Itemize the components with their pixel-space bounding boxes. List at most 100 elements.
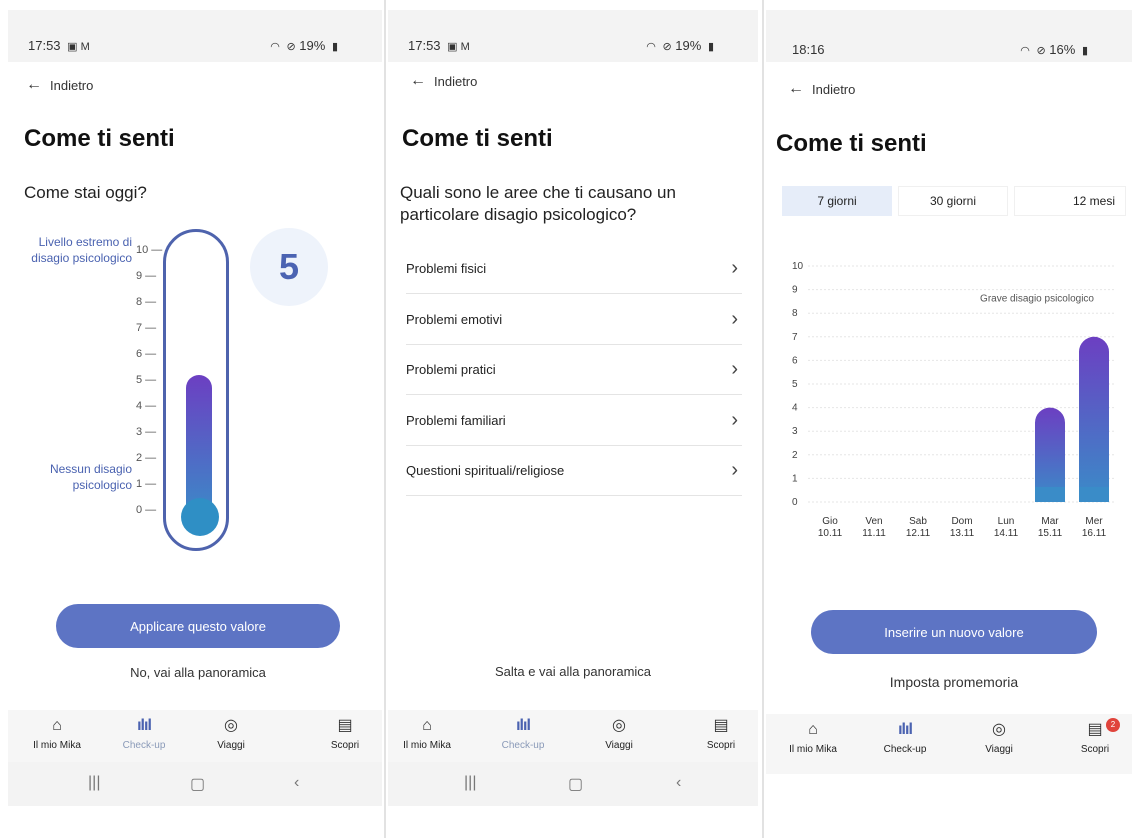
screen-mood-input: 17:53 ▣ M ◠ ⊘ 19% ▮ ← Indietro Come ti s… bbox=[8, 10, 382, 836]
x-tick-date: 16.11 bbox=[1082, 528, 1107, 539]
nav-home-label: Il mio Mika bbox=[403, 740, 451, 751]
nav-checkup[interactable]: ılıl Check-up bbox=[870, 720, 940, 755]
nav-home[interactable]: ⌂ Il mio Mika bbox=[22, 716, 92, 751]
x-tick-day: Gio bbox=[822, 516, 838, 527]
thermometer-bulb bbox=[181, 498, 219, 536]
nav-checkup-label: Check-up bbox=[501, 740, 545, 751]
x-tick-day: Mar bbox=[1041, 516, 1059, 527]
y-tick-label: 10 bbox=[792, 261, 804, 272]
skip-to-overview-link[interactable]: No, vai alla panoramica bbox=[56, 665, 340, 680]
nav-travel[interactable]: ◎ Viaggi bbox=[196, 716, 266, 751]
question-text: Quali sono le aree che ti causano un par… bbox=[400, 183, 676, 224]
dnd-icon: ⊘ bbox=[1036, 45, 1046, 57]
apply-value-button[interactable]: Applicare questo valore bbox=[56, 604, 340, 648]
nav-travel[interactable]: ◎ Viaggi bbox=[584, 716, 654, 751]
y-tick-label: 4 bbox=[792, 403, 798, 414]
status-time: 18:16 bbox=[792, 42, 825, 57]
x-tick-date: 10.11 bbox=[818, 528, 843, 539]
home-circle-icon[interactable]: ▢ bbox=[568, 774, 583, 794]
back-arrow-icon: ← bbox=[788, 80, 804, 97]
battery-percent: 19% bbox=[299, 38, 326, 53]
tab-7-days[interactable]: 7 giorni bbox=[782, 186, 892, 216]
set-reminder-link[interactable]: Imposta promemoria bbox=[811, 674, 1097, 690]
area-list-item[interactable]: Problemi fisici › bbox=[406, 244, 742, 294]
status-right: ◠ ⊘ 16% ▮ bbox=[1017, 42, 1088, 57]
wifi-icon: ◠ bbox=[270, 41, 280, 53]
back-button[interactable]: ← Indietro bbox=[410, 72, 477, 90]
add-new-value-button[interactable]: Inserire un nuovo valore bbox=[811, 610, 1097, 654]
nav-checkup[interactable]: ılıl Check-up bbox=[488, 716, 558, 751]
bar-chart-icon: ılıl bbox=[516, 717, 531, 734]
nav-home[interactable]: ⌂ Il mio Mika bbox=[778, 720, 848, 755]
chevron-right-icon: › bbox=[731, 257, 738, 279]
nav-travel[interactable]: ◎ Viaggi bbox=[964, 720, 1034, 755]
nav-travel-label: Viaggi bbox=[985, 744, 1013, 755]
document-icon: ▤ bbox=[337, 717, 353, 734]
nav-travel-label: Viaggi bbox=[217, 740, 245, 751]
nav-discover[interactable]: ▤ Scopri bbox=[310, 716, 380, 751]
selected-value-display: 5 bbox=[250, 228, 328, 306]
nav-discover[interactable]: ▤ Scopri bbox=[686, 716, 756, 751]
wifi-icon: ◠ bbox=[646, 41, 656, 53]
skip-to-overview-link[interactable]: Salta e vai alla panoramica bbox=[408, 664, 738, 679]
area-list-item[interactable]: Problemi emotivi › bbox=[406, 295, 742, 345]
wifi-icon: ◠ bbox=[1020, 45, 1030, 57]
nav-checkup[interactable]: ılıl Check-up bbox=[109, 716, 179, 751]
compass-icon: ◎ bbox=[612, 717, 626, 734]
x-tick-date: 13.11 bbox=[950, 528, 975, 539]
screen-divider bbox=[384, 0, 386, 838]
back-button[interactable]: ← Indietro bbox=[788, 80, 855, 98]
y-tick-label: 0 bbox=[792, 497, 798, 508]
tab-30-days[interactable]: 30 giorni bbox=[898, 186, 1008, 216]
battery-percent: 19% bbox=[675, 38, 702, 53]
notification-icons: ▣ M bbox=[67, 41, 90, 53]
y-tick-label: 9 bbox=[792, 285, 798, 296]
compass-icon: ◎ bbox=[992, 721, 1006, 738]
battery-icon: ▮ bbox=[1081, 45, 1088, 57]
chevron-right-icon: › bbox=[731, 358, 738, 380]
area-list-item[interactable]: Problemi pratici › bbox=[406, 345, 742, 395]
x-tick-date: 11.11 bbox=[862, 528, 886, 539]
status-bar: 17:53 ▣ M ◠ ⊘ 19% ▮ bbox=[8, 10, 382, 62]
x-tick-day: Dom bbox=[951, 516, 972, 527]
back-chevron-icon[interactable]: ‹ bbox=[294, 774, 299, 792]
home-icon: ⌂ bbox=[52, 717, 62, 734]
page-title: Come ti senti bbox=[402, 125, 553, 152]
recents-icon[interactable]: ||| bbox=[88, 774, 100, 792]
bar-base bbox=[1079, 487, 1109, 502]
x-tick-day: Mer bbox=[1085, 516, 1103, 527]
area-label: Problemi emotivi bbox=[406, 311, 503, 327]
scale-tick: 3 — bbox=[136, 426, 157, 438]
area-list-item[interactable]: Problemi familiari › bbox=[406, 396, 742, 446]
back-label: Indietro bbox=[50, 77, 94, 93]
home-circle-icon[interactable]: ▢ bbox=[190, 774, 205, 794]
area-label: Problemi fisici bbox=[406, 261, 487, 276]
nav-discover[interactable]: ▤ 2 Scopri bbox=[1060, 718, 1130, 755]
scale-tick: 0 — bbox=[136, 504, 157, 516]
system-nav-bar: ||| ▢ ‹ bbox=[388, 762, 758, 806]
nav-home-label: Il mio Mika bbox=[789, 744, 837, 755]
page-title: Come ti senti bbox=[24, 125, 175, 152]
bottom-nav: ⌂ Il mio Mika ılıl Check-up ◎ Viaggi ▤ 2… bbox=[766, 714, 1132, 774]
bar[interactable] bbox=[1079, 336, 1109, 502]
recents-icon[interactable]: ||| bbox=[464, 774, 476, 792]
y-tick-label: 7 bbox=[792, 332, 798, 343]
period-tabs: 7 giorni 30 giorni 12 mesi bbox=[782, 186, 1126, 216]
tab-12-months[interactable]: 12 mesi bbox=[1014, 186, 1126, 216]
nav-discover-label: Scopri bbox=[330, 740, 360, 751]
status-right: ◠ ⊘ 19% ▮ bbox=[267, 38, 338, 53]
back-button[interactable]: ← Indietro bbox=[26, 76, 93, 94]
notification-badge: 2 bbox=[1106, 718, 1120, 732]
back-arrow-icon: ← bbox=[410, 72, 426, 89]
y-tick-label: 6 bbox=[792, 355, 798, 366]
back-label: Indietro bbox=[434, 73, 478, 89]
chart-annotation: Grave disagio psicologico bbox=[980, 294, 1094, 305]
scale-tick: 8 — bbox=[136, 296, 157, 308]
nav-home-label: Il mio Mika bbox=[33, 740, 81, 751]
back-chevron-icon[interactable]: ‹ bbox=[676, 774, 681, 792]
area-list-item[interactable]: Questioni spirituali/religiose › bbox=[406, 446, 742, 496]
nav-home[interactable]: ⌂ Il mio Mika bbox=[392, 716, 462, 751]
x-tick-day: Ven bbox=[865, 516, 882, 527]
scale-bottom-label: Nessun disagio psicologico bbox=[49, 462, 132, 492]
bar-chart-icon: ılıl bbox=[898, 721, 913, 738]
